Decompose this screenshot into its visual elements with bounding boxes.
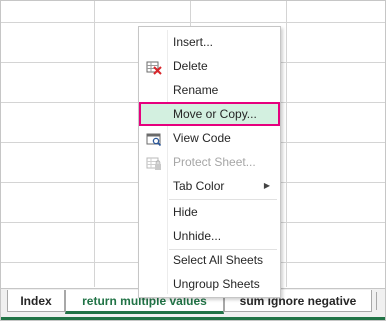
menu-item-label: Protect Sheet... (173, 155, 256, 169)
submenu-arrow-icon: ▶ (263, 181, 270, 190)
view-code-icon (146, 131, 162, 147)
menu-item-insert[interactable]: Insert... (139, 30, 280, 54)
menu-item-protect-sheet[interactable]: Protect Sheet... (139, 150, 280, 174)
menu-item-label: Unhide... (173, 229, 222, 243)
menu-item-label: Delete (173, 59, 208, 73)
column-gridline (286, 1, 287, 287)
menu-item-label: Rename (173, 83, 219, 97)
menu-item-view-code[interactable]: View Code (139, 126, 280, 150)
menu-item-label: Tab Color (173, 179, 225, 193)
menu-item-label: Move or Copy... (173, 107, 257, 121)
menu-item-ungroup-sheets[interactable]: Ungroup Sheets (139, 272, 280, 296)
menu-item-label: Select All Sheets (173, 253, 264, 267)
menu-item-delete[interactable]: Delete (139, 54, 280, 78)
column-gridline (94, 1, 95, 287)
menu-item-rename[interactable]: Rename (139, 78, 280, 102)
excel-workbook-window: Index return multiple values sum ignore … (0, 0, 386, 321)
tab-scroll-divider (376, 292, 377, 310)
menu-item-unhide[interactable]: Unhide... (139, 224, 280, 248)
delete-sheet-icon (146, 59, 162, 75)
sheet-tab-context-menu: Insert... Delete Rename Move or Copy... (138, 26, 281, 298)
menu-item-tab-color[interactable]: Tab Color ▶ (139, 174, 280, 198)
menu-item-hide[interactable]: Hide (139, 200, 280, 224)
menu-item-move-or-copy[interactable]: Move or Copy... (139, 102, 280, 126)
menu-item-label: Ungroup Sheets (173, 277, 260, 291)
menu-item-label: Insert... (173, 35, 214, 49)
protect-sheet-icon (146, 155, 162, 170)
menu-item-select-all-sheets[interactable]: Select All Sheets (139, 248, 280, 272)
menu-item-label: View Code (173, 131, 231, 145)
sheet-tab-index[interactable]: Index (7, 290, 65, 312)
active-sheet-accent-bar (1, 317, 385, 320)
menu-item-label: Hide (173, 205, 198, 219)
row-gridline (1, 22, 385, 23)
